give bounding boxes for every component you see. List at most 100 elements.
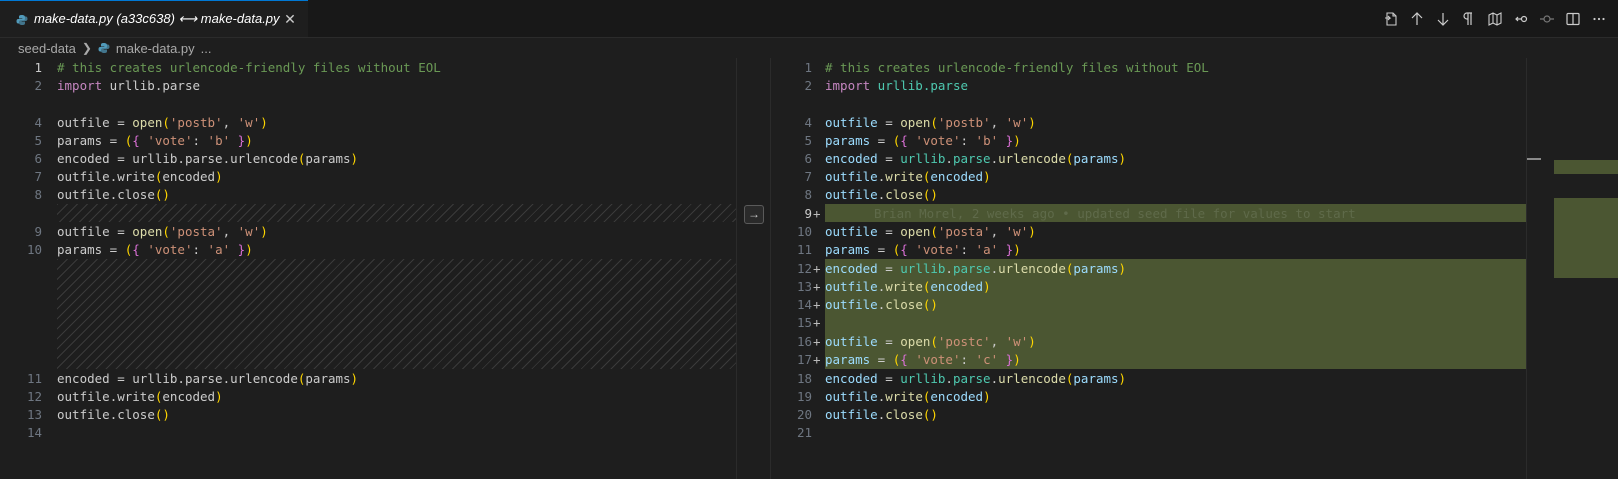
code-token: outfile bbox=[57, 115, 110, 130]
line-number: 10 bbox=[26, 242, 42, 257]
code-token: urllib bbox=[132, 371, 178, 386]
code-token: 'b' bbox=[975, 133, 999, 148]
line-number: 5 bbox=[34, 133, 42, 148]
close-icon[interactable]: ✕ bbox=[282, 11, 298, 28]
previous-change-icon[interactable] bbox=[1406, 8, 1428, 30]
line-number: 1 bbox=[34, 60, 42, 75]
code-token: open bbox=[132, 224, 163, 239]
line-number: 12 bbox=[26, 389, 42, 404]
tab-title: make-data.py (a33c638) ⟷ make-data.py bbox=[34, 11, 280, 26]
code-token: encoded bbox=[57, 151, 110, 166]
git-commit-icon[interactable] bbox=[1536, 8, 1558, 30]
python-file-icon bbox=[98, 42, 110, 54]
code-token: 'w' bbox=[237, 224, 261, 239]
code-token: import bbox=[825, 78, 871, 93]
plus-icon: + bbox=[813, 279, 821, 294]
plus-icon: + bbox=[813, 352, 821, 367]
code-token: 'a' bbox=[207, 242, 231, 257]
code-token: 'posta' bbox=[169, 224, 223, 239]
code-token: 'vote' bbox=[147, 242, 193, 257]
code-token: urllib.parse bbox=[102, 78, 200, 93]
code-token: 'vote' bbox=[915, 242, 961, 257]
revert-change-button[interactable]: → bbox=[744, 205, 764, 224]
code-token: = bbox=[109, 151, 133, 166]
minimap[interactable] bbox=[1526, 58, 1618, 479]
line-number: 12 bbox=[796, 261, 812, 276]
code-token: outfile bbox=[825, 169, 878, 184]
plus-icon: + bbox=[813, 261, 821, 276]
line-number: 19 bbox=[796, 389, 812, 404]
code-token: params bbox=[1073, 151, 1119, 166]
line-number: 9 bbox=[804, 206, 812, 221]
code-text: # this creates urlencode-friendly files … bbox=[57, 60, 441, 75]
line-number: 17 bbox=[796, 352, 812, 367]
line-number: 2 bbox=[34, 78, 42, 93]
line-number: 4 bbox=[34, 115, 42, 130]
whitespace-icon[interactable] bbox=[1458, 8, 1480, 30]
code-token: open bbox=[900, 115, 931, 130]
split-editor-icon[interactable] bbox=[1562, 8, 1584, 30]
code-token: parse bbox=[184, 151, 223, 166]
code-token: urlencode bbox=[230, 151, 298, 166]
code-token: , bbox=[990, 334, 1006, 349]
diff-right-pane[interactable]: 1 # this creates urlencode-friendly files… bbox=[770, 58, 1540, 479]
code-token: encoded bbox=[825, 261, 878, 276]
code-token: outfile bbox=[825, 407, 878, 422]
pane-divider bbox=[736, 58, 737, 479]
code-token: 'postb' bbox=[169, 115, 223, 130]
code-token: , bbox=[222, 224, 238, 239]
tab-diff-make-data[interactable]: make-data.py (a33c638) ⟷ make-data.py ✕ bbox=[0, 0, 308, 37]
code-token: params bbox=[57, 133, 103, 148]
map-icon[interactable] bbox=[1484, 8, 1506, 30]
git-blame-annotation: Brian Morel, 2 weeks ago • updated seed … bbox=[874, 206, 1356, 221]
code-token: 'w' bbox=[1005, 224, 1029, 239]
code-token: outfile bbox=[825, 389, 878, 404]
line-number: 7 bbox=[804, 169, 812, 184]
line-number: 16 bbox=[796, 334, 812, 349]
line-number: 13 bbox=[796, 279, 812, 294]
line-number: 7 bbox=[34, 169, 42, 184]
code-token: outfile bbox=[57, 407, 110, 422]
code-token: outfile bbox=[825, 279, 878, 294]
plus-icon: + bbox=[813, 206, 821, 221]
code-token: open bbox=[132, 115, 163, 130]
code-token: = bbox=[870, 242, 893, 257]
next-change-icon[interactable] bbox=[1432, 8, 1454, 30]
plus-icon: + bbox=[813, 297, 821, 312]
diff-hatch-placeholder bbox=[57, 259, 736, 369]
code-token: encoded bbox=[825, 151, 878, 166]
code-token: 'w' bbox=[1005, 115, 1029, 130]
breadcrumb-more[interactable]: ... bbox=[201, 41, 212, 56]
code-token: outfile bbox=[57, 187, 110, 202]
code-token: write bbox=[117, 169, 155, 184]
line-number: 8 bbox=[34, 187, 42, 202]
code-token: parse bbox=[184, 371, 223, 386]
open-file-icon[interactable] bbox=[1380, 8, 1402, 30]
code-token: close bbox=[885, 187, 923, 202]
diff-left-pane[interactable]: 1 # this creates urlencode-friendly files… bbox=[0, 58, 736, 479]
code-token: write bbox=[885, 169, 923, 184]
more-icon[interactable] bbox=[1588, 8, 1610, 30]
code-token: open bbox=[900, 224, 931, 239]
code-token: encoded bbox=[57, 371, 110, 386]
code-token: outfile bbox=[825, 187, 878, 202]
code-token: encoded bbox=[930, 169, 984, 184]
line-number: 9 bbox=[34, 224, 42, 239]
breadcrumb-file[interactable]: make-data.py bbox=[116, 41, 195, 56]
code-token: 'a' bbox=[975, 242, 999, 257]
code-token: params bbox=[825, 242, 871, 257]
code-token: params bbox=[305, 151, 351, 166]
code-token: = bbox=[102, 133, 125, 148]
line-number: 11 bbox=[26, 371, 42, 386]
code-token: 'vote' bbox=[915, 352, 961, 367]
git-compare-icon[interactable] bbox=[1510, 8, 1532, 30]
minimap-insert-marker bbox=[1554, 160, 1618, 174]
minimap-slider[interactable] bbox=[1527, 158, 1541, 160]
code-token: 'w' bbox=[1005, 334, 1029, 349]
code-token: outfile bbox=[825, 334, 878, 349]
code-token: urlencode bbox=[998, 371, 1066, 386]
breadcrumb-folder[interactable]: seed-data bbox=[18, 41, 76, 56]
code-token: write bbox=[885, 279, 923, 294]
line-number: 1 bbox=[804, 60, 812, 75]
code-token: close bbox=[117, 407, 155, 422]
